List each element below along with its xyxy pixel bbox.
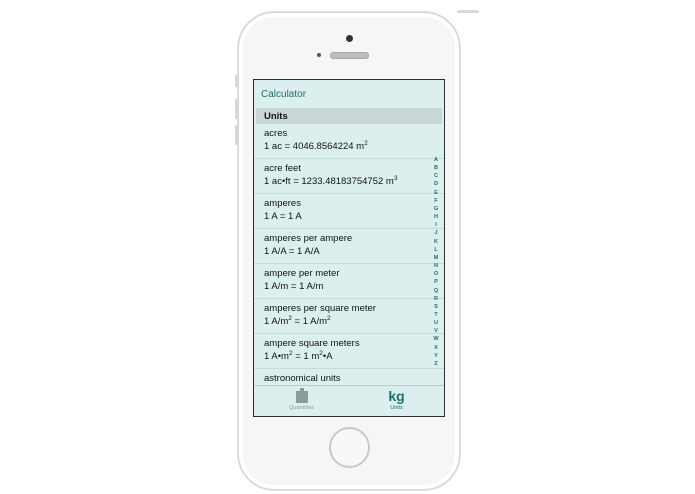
list-item[interactable]: amperes per square meter 1 A/m2 = 1 A/m2 — [254, 299, 444, 334]
index-letter[interactable]: E — [434, 189, 438, 197]
index-letter[interactable]: R — [434, 295, 438, 303]
definition-text: 1 ac•ft = 1233.48183754752 m — [264, 176, 394, 187]
exponent: 2 — [364, 139, 368, 147]
list-item[interactable]: ampere per meter 1 A/m = 1 A/m — [254, 264, 444, 299]
alphabet-index[interactable]: ABCDEFGHIJKLMNOPQRSTUVWXYZ — [431, 156, 441, 368]
index-letter[interactable]: V — [434, 327, 438, 335]
weight-icon — [295, 388, 309, 404]
index-letter[interactable]: J — [434, 229, 437, 237]
index-letter[interactable]: H — [434, 213, 438, 221]
index-letter[interactable]: L — [434, 246, 437, 254]
unit-name: amperes — [264, 198, 301, 209]
definition-text: •A — [322, 351, 333, 362]
index-letter[interactable]: O — [434, 270, 438, 278]
definition-text: 1 A/m = 1 A/m — [264, 281, 324, 292]
list-item[interactable]: acre feet 1 ac•ft = 1233.48183754752 m3 — [254, 159, 444, 194]
unit-name: ampere per meter — [264, 268, 340, 279]
back-button-calculator[interactable]: Calculator — [261, 89, 306, 100]
unit-definition: 1 A/m = 1 A/m — [264, 280, 444, 294]
index-letter[interactable]: K — [434, 238, 438, 246]
proximity-sensor — [317, 53, 321, 57]
index-letter[interactable]: Z — [434, 360, 437, 368]
unit-name: ampere square meters — [264, 338, 360, 349]
unit-name: astronomical units — [264, 373, 341, 384]
index-letter[interactable]: M — [434, 254, 439, 262]
section-header-units: Units — [256, 108, 442, 124]
tab-bar: Quantities kg Units — [254, 385, 444, 416]
index-letter[interactable]: S — [434, 303, 438, 311]
tab-units[interactable]: kg Units — [349, 386, 444, 416]
index-letter[interactable]: P — [434, 278, 438, 286]
earpiece-speaker — [330, 52, 369, 59]
unit-name: amperes per square meter — [264, 303, 376, 314]
tab-quantities[interactable]: Quantities — [254, 386, 349, 416]
index-letter[interactable]: D — [434, 180, 438, 188]
definition-text: 1 A•m — [264, 351, 289, 362]
index-letter[interactable]: B — [434, 164, 438, 172]
list-item[interactable]: acres 1 ac = 4046.8564224 m2 — [254, 124, 444, 159]
index-letter[interactable]: Y — [434, 352, 438, 360]
unit-definition: 1 ac = 4046.8564224 m2 — [264, 140, 444, 154]
home-button[interactable] — [329, 427, 370, 468]
tab-quantities-label: Quantities — [289, 405, 314, 411]
definition-text: 1 A/A = 1 A/A — [264, 246, 320, 257]
definition-text: 1 A = 1 A — [264, 211, 302, 222]
index-letter[interactable]: I — [435, 221, 437, 229]
tab-units-label: Units — [390, 405, 403, 411]
front-camera — [346, 35, 353, 42]
index-letter[interactable]: U — [434, 319, 438, 327]
list-item[interactable]: amperes 1 A = 1 A — [254, 194, 444, 229]
index-letter[interactable]: A — [434, 156, 438, 164]
list-item[interactable]: amperes per ampere 1 A/A = 1 A/A — [254, 229, 444, 264]
unit-definition: 1 A/m2 = 1 A/m2 — [264, 315, 444, 329]
mute-switch — [235, 75, 238, 87]
index-letter[interactable]: Q — [434, 287, 438, 295]
unit-name: acres — [264, 128, 288, 139]
unit-definition: 1 ac•ft = 1233.48183754752 m3 — [264, 175, 444, 189]
definition-text: 1 A/m — [264, 316, 289, 327]
index-letter[interactable]: F — [434, 197, 437, 205]
unit-name: acre feet — [264, 163, 301, 174]
index-letter[interactable]: T — [434, 311, 437, 319]
unit-definition: 1 A•m2 = 1 m2•A — [264, 350, 444, 364]
unit-definition: 1 A/A = 1 A/A — [264, 245, 444, 259]
exponent: 3 — [393, 174, 398, 182]
index-letter[interactable]: G — [434, 205, 438, 213]
definition-text: 1 ac = 4046.8564224 m — [264, 141, 365, 152]
power-button — [457, 10, 479, 13]
index-letter[interactable]: X — [434, 344, 438, 352]
index-letter[interactable]: N — [434, 262, 438, 270]
kg-icon: kg — [388, 388, 405, 404]
list-item[interactable]: ampere square meters 1 A•m2 = 1 m2•A — [254, 334, 444, 369]
exponent: 2 — [327, 314, 331, 322]
volume-up-button — [235, 99, 238, 119]
definition-text: = 1 A/m — [291, 316, 328, 327]
definition-text: = 1 m — [292, 351, 320, 362]
volume-down-button — [235, 125, 238, 145]
units-list[interactable]: acres 1 ac = 4046.8564224 m2 acre feet 1 ac… — [254, 124, 444, 396]
unit-definition: 1 A = 1 A — [264, 210, 444, 224]
phone-device: Calculator Units acres 1 ac = 4046.856422… — [235, 10, 479, 490]
screen: Calculator Units acres 1 ac = 4046.856422… — [253, 79, 445, 417]
index-letter[interactable]: W — [433, 335, 438, 343]
navigation-bar: Calculator — [254, 80, 444, 108]
unit-name: amperes per ampere — [264, 233, 353, 244]
index-letter[interactable]: C — [434, 172, 438, 180]
